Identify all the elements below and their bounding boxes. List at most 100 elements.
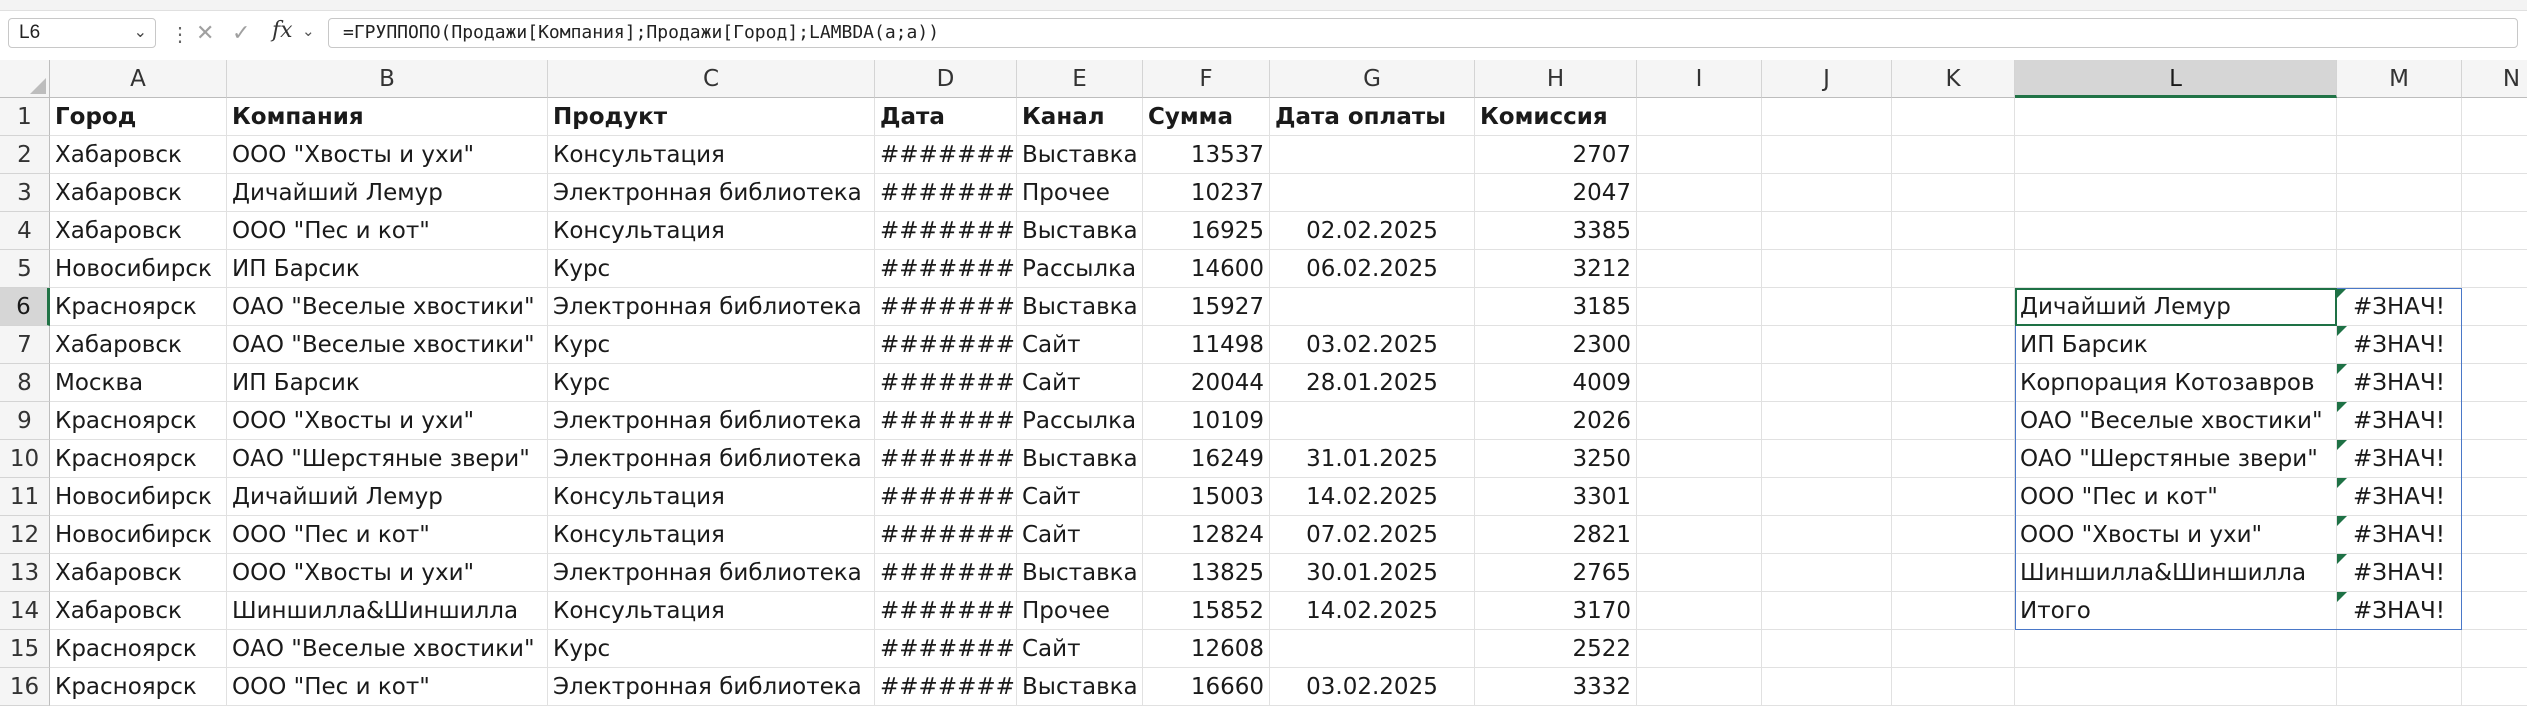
- row-header-5[interactable]: 5: [0, 250, 50, 288]
- grid-cell[interactable]: [2462, 554, 2527, 592]
- grid-cell[interactable]: [1762, 288, 1892, 326]
- table-cell[interactable]: Рассылка: [1017, 402, 1143, 440]
- table-cell[interactable]: 16249: [1143, 440, 1270, 478]
- row-header-10[interactable]: 10: [0, 440, 50, 478]
- table-cell[interactable]: 14.02.2025: [1270, 478, 1475, 516]
- table-cell[interactable]: 3185: [1475, 288, 1637, 326]
- column-header-c[interactable]: C: [548, 60, 875, 98]
- grid-cell[interactable]: [2015, 136, 2337, 174]
- grid-cell[interactable]: [1637, 174, 1762, 212]
- name-box[interactable]: L6 ⌄: [8, 18, 156, 48]
- grid-cell[interactable]: [2462, 630, 2527, 668]
- table-cell[interactable]: Хабаровск: [50, 136, 227, 174]
- table-cell[interactable]: Электронная библиотека: [548, 440, 875, 478]
- table-cell[interactable]: #########: [875, 592, 1017, 630]
- table-header-cell[interactable]: Продукт: [548, 98, 875, 136]
- table-cell[interactable]: #########: [875, 478, 1017, 516]
- grid-cell[interactable]: [1637, 668, 1762, 706]
- grid-cell[interactable]: [1762, 478, 1892, 516]
- grid-cell[interactable]: [2337, 250, 2462, 288]
- grid-cell[interactable]: [2462, 668, 2527, 706]
- table-cell[interactable]: 20044: [1143, 364, 1270, 402]
- column-header-a[interactable]: A: [50, 60, 227, 98]
- table-cell[interactable]: Хабаровск: [50, 212, 227, 250]
- grid-cell[interactable]: [2462, 136, 2527, 174]
- grid-cell[interactable]: [2337, 212, 2462, 250]
- table-cell[interactable]: Электронная библиотека: [548, 668, 875, 706]
- table-cell[interactable]: #########: [875, 326, 1017, 364]
- spill-cell-company[interactable]: Шиншилла&Шиншилла: [2015, 554, 2337, 592]
- table-cell[interactable]: #########: [875, 364, 1017, 402]
- table-cell[interactable]: Красноярск: [50, 630, 227, 668]
- table-cell[interactable]: [1270, 402, 1475, 440]
- table-cell[interactable]: Хабаровск: [50, 592, 227, 630]
- spill-cell-company[interactable]: ИП Барсик: [2015, 326, 2337, 364]
- row-header-3[interactable]: 3: [0, 174, 50, 212]
- row-header-4[interactable]: 4: [0, 212, 50, 250]
- grid-cell[interactable]: [1637, 440, 1762, 478]
- grid-cell[interactable]: [1762, 250, 1892, 288]
- select-all-corner[interactable]: [0, 60, 50, 98]
- table-cell[interactable]: Электронная библиотека: [548, 402, 875, 440]
- table-cell[interactable]: #########: [875, 174, 1017, 212]
- grid-cell[interactable]: [1762, 592, 1892, 630]
- grid-cell[interactable]: [1637, 402, 1762, 440]
- table-cell[interactable]: 10109: [1143, 402, 1270, 440]
- grid-cell[interactable]: [2337, 668, 2462, 706]
- grid-cell[interactable]: [1637, 98, 1762, 136]
- spill-cell-company[interactable]: Корпорация Котозавров: [2015, 364, 2337, 402]
- grid-cell[interactable]: [1892, 250, 2015, 288]
- table-cell[interactable]: 16925: [1143, 212, 1270, 250]
- error-indicator-icon[interactable]: [2337, 554, 2347, 564]
- spill-cell-error[interactable]: #ЗНАЧ!: [2337, 440, 2462, 478]
- row-header-12[interactable]: 12: [0, 516, 50, 554]
- table-cell[interactable]: Рассылка: [1017, 250, 1143, 288]
- grid-cell[interactable]: [1892, 288, 2015, 326]
- grid-cell[interactable]: [2462, 402, 2527, 440]
- grid-cell[interactable]: [1762, 630, 1892, 668]
- table-cell[interactable]: 13825: [1143, 554, 1270, 592]
- grid-cell[interactable]: [1892, 174, 2015, 212]
- table-cell[interactable]: Красноярск: [50, 402, 227, 440]
- table-cell[interactable]: [1270, 288, 1475, 326]
- table-cell[interactable]: ОАО "Шерстяные звери": [227, 440, 548, 478]
- table-cell[interactable]: ООО "Пес и кот": [227, 516, 548, 554]
- column-header-k[interactable]: K: [1892, 60, 2015, 98]
- grid-cell[interactable]: [2462, 212, 2527, 250]
- grid-cell[interactable]: [2337, 98, 2462, 136]
- grid-cell[interactable]: [1762, 440, 1892, 478]
- grid-cell[interactable]: [2337, 136, 2462, 174]
- table-cell[interactable]: 2026: [1475, 402, 1637, 440]
- table-cell[interactable]: 3170: [1475, 592, 1637, 630]
- table-cell[interactable]: 03.02.2025: [1270, 326, 1475, 364]
- row-header-16[interactable]: 16: [0, 668, 50, 706]
- grid-cell[interactable]: [1762, 98, 1892, 136]
- table-cell[interactable]: 28.01.2025: [1270, 364, 1475, 402]
- grid-cell[interactable]: [1637, 326, 1762, 364]
- grid-cell[interactable]: [1637, 250, 1762, 288]
- spill-cell-error[interactable]: #ЗНАЧ!: [2337, 364, 2462, 402]
- table-cell[interactable]: ИП Барсик: [227, 364, 548, 402]
- table-cell[interactable]: 3301: [1475, 478, 1637, 516]
- column-header-n[interactable]: N: [2462, 60, 2527, 98]
- spill-cell-error[interactable]: #ЗНАЧ!: [2337, 516, 2462, 554]
- column-header-m[interactable]: M: [2337, 60, 2462, 98]
- error-indicator-icon[interactable]: [2337, 516, 2347, 526]
- table-cell[interactable]: 2300: [1475, 326, 1637, 364]
- table-cell[interactable]: ООО "Пес и кот": [227, 668, 548, 706]
- table-cell[interactable]: Выставка: [1017, 668, 1143, 706]
- grid-cell[interactable]: [1637, 516, 1762, 554]
- table-cell[interactable]: 2522: [1475, 630, 1637, 668]
- grid-cell[interactable]: [1637, 478, 1762, 516]
- spill-cell-error[interactable]: #ЗНАЧ!: [2337, 402, 2462, 440]
- grid-cell[interactable]: [2337, 174, 2462, 212]
- table-cell[interactable]: Консультация: [548, 212, 875, 250]
- column-header-b[interactable]: B: [227, 60, 548, 98]
- table-cell[interactable]: 03.02.2025: [1270, 668, 1475, 706]
- grid-cell[interactable]: [2462, 478, 2527, 516]
- table-cell[interactable]: 4009: [1475, 364, 1637, 402]
- table-cell[interactable]: Электронная библиотека: [548, 288, 875, 326]
- table-header-cell[interactable]: Дата оплаты: [1270, 98, 1475, 136]
- table-cell[interactable]: 15852: [1143, 592, 1270, 630]
- column-header-f[interactable]: F: [1143, 60, 1270, 98]
